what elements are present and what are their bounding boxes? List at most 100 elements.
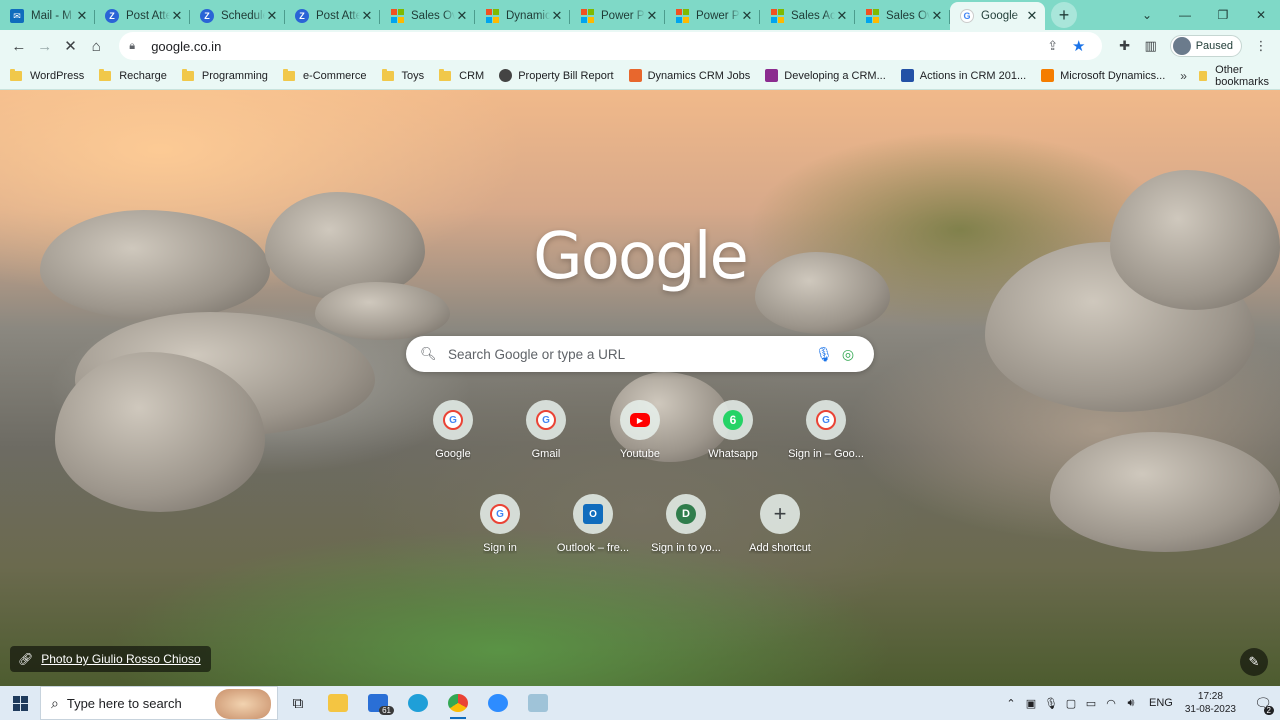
taskbar-search[interactable]: ⌕ Type here to search	[40, 686, 278, 720]
bookmark-dynamics-jobs[interactable]: Dynamics CRM Jobs	[628, 69, 750, 82]
zoom-icon[interactable]	[478, 686, 518, 720]
search-input[interactable]: Search Google or type a URL	[442, 347, 812, 362]
tab-sales-overview-2[interactable]: Sales Ov ✕	[855, 2, 950, 30]
system-tray: ⌃ ▣ 🎙︎ ▢ ▭ ◠ 🔊︎ ENG 17:28 31-08-2023 🗨︎ 2	[1001, 686, 1280, 720]
share-icon[interactable]: ⇪	[1040, 38, 1066, 54]
bookmark-folder-recharge[interactable]: Recharge	[99, 68, 167, 82]
attribution-text[interactable]: Photo by Giulio Rosso Chioso	[41, 652, 200, 666]
url-text[interactable]: google.co.in	[151, 39, 1040, 54]
shortcut-whatsapp[interactable]: 6 Whatsapp	[685, 400, 781, 480]
stop-icon[interactable]: ✕	[58, 33, 84, 59]
mail-badge: 61	[379, 706, 394, 715]
photo-attribution[interactable]: 🔗︎ Photo by Giulio Rosso Chioso	[10, 646, 211, 672]
home-icon[interactable]: ⌂	[83, 33, 109, 59]
bookmark-actions-crm[interactable]: Actions in CRM 201...	[900, 69, 1026, 82]
close-window-icon[interactable]: ✕	[1242, 8, 1280, 22]
shortcut-outlook[interactable]: O Outlook – fre...	[545, 494, 641, 574]
close-icon[interactable]: ✕	[170, 8, 184, 24]
close-icon[interactable]: ✕	[265, 8, 279, 24]
task-view-icon[interactable]: ⧉	[278, 686, 318, 720]
bookmark-folder-programming[interactable]: Programming	[181, 68, 268, 82]
notifications-icon[interactable]: 🗨︎ 2	[1246, 686, 1280, 720]
close-icon[interactable]: ✕	[835, 8, 849, 24]
close-icon[interactable]: ✕	[75, 8, 89, 24]
bookmark-folder-crm[interactable]: CRM	[439, 68, 484, 82]
tab-title: Sales Ov	[411, 10, 455, 22]
file-explorer-icon[interactable]	[318, 686, 358, 720]
microphone-icon[interactable]: 🎙︎	[812, 346, 836, 363]
extensions-icon[interactable]: ✚	[1112, 38, 1138, 54]
add-shortcut-button[interactable]: + Add shortcut	[732, 494, 828, 574]
minimize-icon[interactable]: —	[1166, 8, 1204, 22]
google-logo: Google	[533, 220, 749, 294]
shortcut-gmail[interactable]: G Gmail	[498, 400, 594, 480]
d-icon: D	[676, 504, 696, 524]
google-lens-icon[interactable]: ◎	[836, 346, 860, 363]
tab-post-attendance[interactable]: Z Post Atte ✕	[95, 2, 190, 30]
tab-power-platform[interactable]: Power Pl ✕	[570, 2, 665, 30]
tab-title: Mail - M	[31, 10, 72, 22]
bookmark-folder-toys[interactable]: Toys	[381, 68, 424, 82]
tab-sales-overview[interactable]: Sales Ov ✕	[380, 2, 475, 30]
other-bookmarks[interactable]: Other bookmarks	[1198, 64, 1273, 88]
clock[interactable]: 17:28 31-08-2023	[1185, 690, 1236, 716]
customize-pencil-icon[interactable]: ✎	[1240, 648, 1268, 676]
close-icon[interactable]: ✕	[550, 8, 564, 24]
bookmark-label: e-Commerce	[302, 69, 367, 82]
new-tab-button[interactable]: +	[1051, 2, 1077, 28]
app-icon[interactable]	[518, 686, 558, 720]
tab-search-icon[interactable]: ⌄	[1128, 8, 1166, 22]
forward-icon[interactable]: →	[32, 33, 58, 59]
microphone-icon[interactable]: 🎙︎	[1041, 697, 1061, 710]
shortcut-sign-in-google[interactable]: G Sign in – Goo...	[778, 400, 874, 480]
tab-schedule[interactable]: Z Schedule ✕	[190, 2, 285, 30]
bookmark-developing-crm[interactable]: Developing a CRM...	[765, 69, 886, 82]
close-icon[interactable]: ✕	[1025, 8, 1039, 24]
close-icon[interactable]: ✕	[645, 8, 659, 24]
toolbar-right: ✚ ▥ Paused ⋮	[1112, 35, 1274, 57]
tab-post-attendance-2[interactable]: Z Post Atte ✕	[285, 2, 380, 30]
shortcut-tile: 6	[713, 400, 753, 440]
tab-sales-activity[interactable]: Sales Act ✕	[760, 2, 855, 30]
more-bookmarks-icon[interactable]: »	[1180, 69, 1187, 83]
profile-button[interactable]: Paused	[1169, 35, 1242, 57]
taskbar-search-input[interactable]: Type here to search	[67, 696, 182, 711]
background-rock	[1110, 170, 1280, 310]
bookmark-microsoft-dynamics[interactable]: Microsoft Dynamics...	[1041, 69, 1165, 82]
maximize-icon[interactable]: ❐	[1204, 8, 1242, 22]
camera-icon[interactable]: ▣	[1021, 697, 1041, 710]
battery-icon[interactable]: ▭	[1081, 697, 1101, 710]
close-icon[interactable]: ✕	[360, 8, 374, 24]
chrome-icon[interactable]	[438, 686, 478, 720]
tab-power-platform-2[interactable]: Power Pl ✕	[665, 2, 760, 30]
side-panel-icon[interactable]: ▥	[1138, 38, 1164, 54]
tab-mail[interactable]: ✉ Mail - M ✕	[0, 2, 95, 30]
shortcut-sign-in-to-your[interactable]: D Sign in to yo...	[638, 494, 734, 574]
bookmark-folder-wordpress[interactable]: WordPress	[10, 68, 84, 82]
screen-icon[interactable]: ▢	[1061, 697, 1081, 710]
bookmark-folder-ecommerce[interactable]: e-Commerce	[282, 68, 367, 82]
search-box[interactable]: 🔍︎ Search Google or type a URL 🎙︎ ◎	[406, 336, 874, 372]
edge-icon[interactable]	[398, 686, 438, 720]
windows-start-icon[interactable]	[0, 686, 40, 720]
language-indicator[interactable]: ENG	[1149, 697, 1173, 709]
shortcut-sign-in[interactable]: G Sign in	[452, 494, 548, 574]
tab-google[interactable]: G Google ✕	[950, 2, 1045, 30]
address-bar[interactable]: 🔒︎ google.co.in ⇪ ★	[119, 32, 1102, 60]
shortcut-google[interactable]: G Google	[405, 400, 501, 480]
menu-icon[interactable]: ⋮	[1248, 38, 1274, 54]
back-icon[interactable]: ←	[6, 33, 32, 59]
bookmark-property-bill[interactable]: Property Bill Report	[499, 69, 614, 82]
close-icon[interactable]: ✕	[740, 8, 754, 24]
mail-icon[interactable]: 61	[358, 686, 398, 720]
close-icon[interactable]: ✕	[455, 8, 469, 24]
tab-title: Power Pl	[696, 10, 740, 22]
network-icon[interactable]: ◠	[1101, 697, 1121, 710]
lock-icon[interactable]: 🔒︎	[129, 40, 145, 53]
shortcut-youtube[interactable]: ▶ Youtube	[592, 400, 688, 480]
bookmark-star-icon[interactable]: ★	[1066, 37, 1092, 55]
tab-dynamics[interactable]: Dynamics ✕	[475, 2, 570, 30]
chevron-up-icon[interactable]: ⌃	[1001, 697, 1021, 710]
close-icon[interactable]: ✕	[930, 8, 944, 24]
volume-icon[interactable]: 🔊︎	[1121, 697, 1141, 710]
